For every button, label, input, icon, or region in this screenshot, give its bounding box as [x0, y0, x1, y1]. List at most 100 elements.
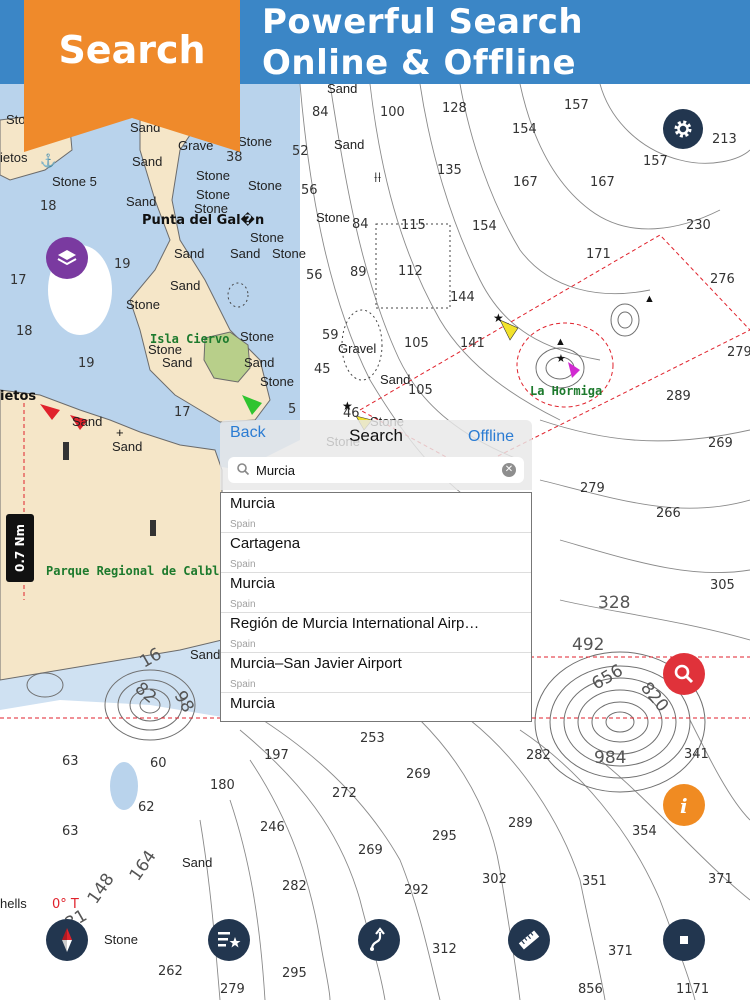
svg-text:63: 63	[62, 824, 79, 839]
svg-text:84: 84	[352, 217, 369, 232]
svg-text:5: 5	[288, 402, 296, 417]
svg-text:Sand: Sand	[174, 246, 204, 261]
ribbon-label: Search	[58, 28, 206, 72]
result-country: Spain	[230, 599, 256, 610]
svg-text:351: 351	[582, 874, 607, 889]
svg-text:157: 157	[564, 98, 589, 113]
svg-text:171: 171	[586, 247, 611, 262]
svg-text:Sand: Sand	[132, 154, 162, 169]
svg-text:492: 492	[572, 635, 604, 655]
svg-text:⚓: ⚓	[40, 153, 56, 168]
svg-text:Stone: Stone	[316, 210, 350, 225]
search-result[interactable]: Murcia Spain	[221, 573, 531, 613]
svg-text:38: 38	[226, 150, 243, 165]
svg-text:180: 180	[210, 778, 235, 793]
svg-text:56: 56	[306, 268, 323, 283]
svg-text:Stone: Stone	[250, 230, 284, 245]
svg-text:89: 89	[350, 265, 367, 280]
svg-text:Sand: Sand	[162, 355, 192, 370]
svg-text:246: 246	[260, 820, 285, 835]
svg-text:ietos: ietos	[0, 150, 28, 165]
ruler-icon	[518, 930, 540, 950]
result-country: Spain	[230, 519, 256, 530]
svg-text:+: +	[116, 425, 124, 440]
search-icon	[237, 463, 250, 476]
search-result[interactable]: Murcia–San Javier Airport Spain	[221, 653, 531, 693]
search-field[interactable]: ✕	[228, 457, 524, 483]
svg-text:Gravel: Gravel	[338, 341, 376, 356]
svg-text:Sand: Sand	[72, 414, 102, 429]
route-button[interactable]	[358, 919, 400, 961]
search-popup-header: Back Search Offline ✕	[220, 420, 532, 490]
svg-text:Sand: Sand	[244, 355, 274, 370]
search-input[interactable]	[256, 461, 496, 479]
svg-text:Stone: Stone	[196, 168, 230, 183]
svg-text:Stone: Stone	[240, 329, 274, 344]
search-result[interactable]: Cartagena Spain	[221, 533, 531, 573]
svg-text:45: 45	[314, 362, 331, 377]
svg-text:52: 52	[292, 144, 309, 159]
info-icon: i	[680, 794, 688, 817]
svg-text:⟊⟊: ⟊⟊	[374, 169, 382, 185]
svg-text:141: 141	[460, 336, 485, 351]
svg-text:197: 197	[264, 748, 289, 763]
compass-button[interactable]	[46, 919, 88, 961]
result-name: Murcia–San Javier Airport	[230, 655, 402, 672]
svg-text:305: 305	[710, 578, 735, 593]
search-result[interactable]: Murcia	[221, 693, 531, 721]
svg-text:Sand: Sand	[380, 372, 410, 387]
search-popup: Back Search Offline ✕ Murcia Spain Carta…	[220, 420, 532, 722]
headline-line-2: Online & Offline	[262, 43, 577, 83]
compass-icon	[62, 928, 72, 952]
svg-text:★: ★	[342, 399, 353, 413]
svg-text:59: 59	[322, 328, 339, 343]
result-country: Spain	[230, 559, 256, 570]
svg-text:Stone: Stone	[238, 134, 272, 149]
svg-text:272: 272	[332, 786, 357, 801]
place-la-hormiga: La Hormiga	[530, 384, 602, 398]
svg-text:115: 115	[401, 218, 426, 233]
svg-text:Stone: Stone	[248, 178, 282, 193]
svg-text:Sand: Sand	[334, 137, 364, 152]
layers-icon	[57, 250, 77, 266]
record-button[interactable]	[663, 919, 705, 961]
search-result[interactable]: Región de Murcia International Airp… Spa…	[221, 613, 531, 653]
route-icon	[370, 927, 385, 951]
svg-text:289: 289	[508, 816, 533, 831]
svg-text:295: 295	[282, 966, 307, 981]
layers-button[interactable]	[46, 237, 88, 279]
search-results-list: Murcia Spain Cartagena Spain Murcia Spai…	[220, 492, 532, 722]
info-button[interactable]: i	[663, 784, 705, 826]
svg-text:371: 371	[608, 944, 633, 959]
clear-search-icon[interactable]: ✕	[502, 463, 516, 477]
settings-button[interactable]	[663, 109, 703, 149]
svg-text:371: 371	[708, 872, 733, 887]
map-search-button[interactable]	[663, 653, 705, 695]
svg-text:56: 56	[301, 183, 318, 198]
svg-text:276: 276	[710, 272, 735, 287]
svg-text:279: 279	[220, 982, 245, 997]
svg-text:213: 213	[712, 132, 737, 147]
result-name: Murcia	[230, 495, 276, 512]
svg-text:1171: 1171	[676, 982, 709, 997]
svg-text:Sand: Sand	[126, 194, 156, 209]
svg-text:354: 354	[632, 824, 657, 839]
svg-text:Sand: Sand	[112, 439, 142, 454]
svg-text:154: 154	[472, 219, 497, 234]
favorites-button[interactable]	[208, 919, 250, 961]
place-isla-ciervo: Isla Ciervo	[150, 332, 229, 346]
headline-line-1: Powerful Search	[262, 2, 584, 42]
gear-icon	[674, 120, 692, 138]
svg-text:17: 17	[174, 405, 191, 420]
ruler-button[interactable]	[508, 919, 550, 961]
svg-text:▲: ▲	[555, 336, 566, 348]
search-result[interactable]: Murcia Spain	[221, 493, 531, 533]
svg-text:60: 60	[150, 756, 167, 771]
svg-text:289: 289	[666, 389, 691, 404]
svg-text:128: 128	[442, 101, 467, 116]
place-parque-regional: Parque Regional de Calbla	[46, 564, 227, 578]
result-name: Murcia	[230, 695, 276, 712]
svg-text:167: 167	[513, 175, 538, 190]
offline-button[interactable]: Offline	[468, 428, 514, 446]
svg-text:i: i	[680, 794, 688, 817]
